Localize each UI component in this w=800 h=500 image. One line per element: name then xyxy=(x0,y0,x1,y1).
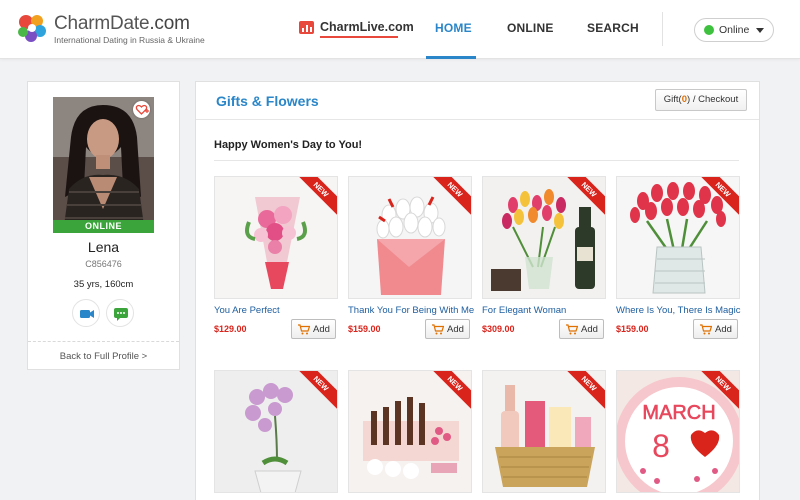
charmlive-underline xyxy=(320,36,398,38)
nav-active-indicator xyxy=(426,56,476,59)
product-image[interactable]: NEW xyxy=(214,176,338,299)
status-dot-icon xyxy=(704,25,714,35)
product-image[interactable]: NEW xyxy=(616,176,740,299)
product-title[interactable]: Where Is You, There Is Magic xyxy=(616,305,746,316)
add-favorite-heart-icon[interactable] xyxy=(133,101,150,118)
product-image[interactable]: NEW xyxy=(482,176,606,299)
profile-photo[interactable] xyxy=(53,97,154,233)
cart-icon xyxy=(700,324,712,335)
gift-checkout-button[interactable]: Gift(0) / Checkout xyxy=(655,89,747,111)
video-camera-icon xyxy=(80,310,94,318)
profile-id: C856476 xyxy=(85,259,122,269)
profile-divider xyxy=(28,341,179,342)
add-to-cart-button[interactable]: Add xyxy=(693,319,738,339)
product-image[interactable]: NEW xyxy=(214,370,338,493)
video-call-button[interactable] xyxy=(72,299,100,327)
product-image[interactable]: MARCH 8 NEW xyxy=(616,370,740,493)
logo-icon xyxy=(18,15,46,42)
top-header: CharmDate.com International Dating in Ru… xyxy=(0,0,800,59)
back-to-profile-link[interactable]: Back to Full Profile > xyxy=(28,351,179,362)
add-to-cart-button[interactable]: Add xyxy=(425,319,470,339)
section-divider xyxy=(214,160,739,161)
cake-text-8: 8 xyxy=(652,428,670,464)
profile-age-height: 35 yrs, 160cm xyxy=(73,279,134,290)
product-title[interactable]: For Elegant Woman xyxy=(482,305,612,316)
live-chart-icon xyxy=(299,21,314,34)
profile-card: ONLINE Lena C856476 35 yrs, 160cm Back t… xyxy=(27,81,180,370)
product-price: $159.00 xyxy=(348,324,381,334)
add-label: Add xyxy=(447,324,464,335)
product-title[interactable]: Thank You For Being With Me xyxy=(348,305,478,316)
chat-bubble-icon xyxy=(114,308,128,321)
product-price: $159.00 xyxy=(616,324,649,334)
nav-online[interactable]: ONLINE xyxy=(507,21,554,35)
section-title: Happy Women's Day to You! xyxy=(214,139,363,151)
product-price: $309.00 xyxy=(482,324,515,334)
product-image[interactable]: NEW xyxy=(348,370,472,493)
cake-text-march: MARCH xyxy=(642,402,715,424)
status-label: Online xyxy=(719,24,750,36)
product-image[interactable]: NEW xyxy=(482,370,606,493)
profile-name: Lena xyxy=(87,239,120,255)
add-to-cart-button[interactable]: Add xyxy=(559,319,604,339)
site-logo[interactable]: CharmDate.com International Dating in Ru… xyxy=(16,10,216,50)
logo-wordmark: CharmDate.com xyxy=(54,13,190,34)
add-label: Add xyxy=(581,324,598,335)
charmlive-label: CharmLive.com xyxy=(320,20,414,34)
online-badge: ONLINE xyxy=(53,220,154,233)
add-label: Add xyxy=(715,324,732,335)
product-image[interactable]: NEW xyxy=(348,176,472,299)
cart-icon xyxy=(432,324,444,335)
nav-divider xyxy=(662,12,663,46)
gifts-panel: Gifts & Flowers Gift(0) / Checkout Happy… xyxy=(195,81,760,500)
add-label: Add xyxy=(313,324,330,335)
chat-button[interactable] xyxy=(106,299,134,327)
product-price: $129.00 xyxy=(214,324,247,334)
page-title: Gifts & Flowers xyxy=(216,93,319,109)
product-title[interactable]: You Are Perfect xyxy=(214,305,344,316)
nav-search[interactable]: SEARCH xyxy=(587,21,639,35)
panel-header: Gifts & Flowers Gift(0) / Checkout xyxy=(196,82,759,120)
add-to-cart-button[interactable]: Add xyxy=(291,319,336,339)
caret-down-icon xyxy=(756,28,764,33)
cart-icon xyxy=(566,324,578,335)
online-status-dropdown[interactable]: Online xyxy=(694,18,774,42)
logo-tagline: International Dating in Russia & Ukraine xyxy=(54,35,205,45)
nav-home[interactable]: HOME xyxy=(435,21,472,35)
cart-icon xyxy=(298,324,310,335)
